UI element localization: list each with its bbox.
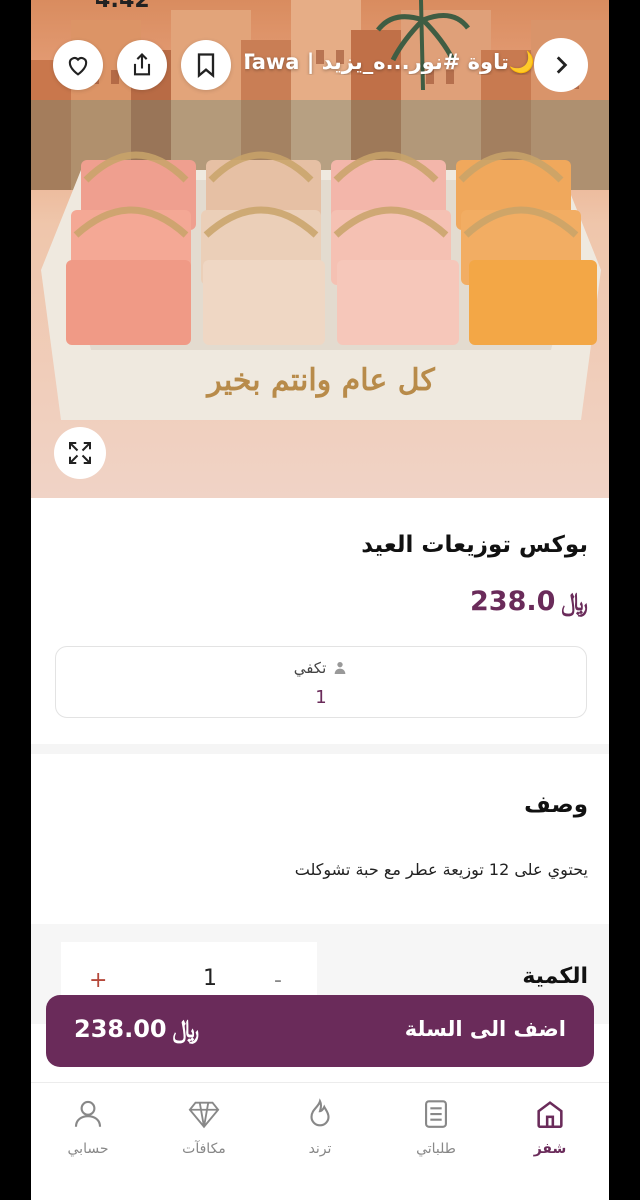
serves-label: تكفي (293, 659, 327, 677)
top-actions (53, 40, 231, 90)
diamond-icon (188, 1101, 220, 1129)
quantity-plus-button[interactable]: + (89, 968, 107, 993)
serves-value: 1 (315, 687, 327, 708)
flame-icon (310, 1098, 330, 1127)
cart-currency-symbol: ﷼ (172, 1015, 200, 1043)
gift-tray: كل عام وانتم بخير (41, 151, 601, 420)
expand-icon (69, 442, 91, 464)
tray-calligraphy: كل عام وانتم بخير (205, 363, 435, 398)
nav-item-account[interactable]: حسابي (43, 1097, 133, 1157)
nav-label-orders: طلباتي (416, 1141, 456, 1157)
description-heading: وصف (524, 792, 588, 818)
share-button[interactable] (117, 40, 167, 90)
add-to-cart-button[interactable]: اضف الى السلة 238.00 ﷼ (46, 995, 594, 1067)
favorite-button[interactable] (53, 40, 103, 90)
section-divider (31, 744, 609, 754)
bookmark-button[interactable] (181, 40, 231, 90)
heart-icon (68, 57, 88, 76)
svg-text:كل عام وانتم بخير: كل عام وانتم بخير (205, 363, 435, 398)
bottom-nav: حسابي مكافآت ترند طلباتي شفز (31, 1082, 609, 1200)
cart-total: 238.00 ﷼ (74, 1015, 199, 1043)
status-time: 4:42 (95, 0, 150, 13)
nav-label-home: شفز (533, 1141, 567, 1157)
bookmark-icon (197, 53, 215, 78)
product-title: بوكس توزيعات العيد (361, 532, 588, 558)
back-button[interactable] (534, 38, 588, 92)
quantity-value: 1 (203, 966, 217, 991)
nav-label-trend: ترند (308, 1141, 332, 1157)
product-image[interactable]: كل عام وانتم بخير 4:42 🌙تاوة #نور...ه_يز… (31, 0, 609, 498)
product-price: 238.0 ﷼ (470, 586, 588, 617)
home-icon (537, 1101, 563, 1129)
nav-label-account: حسابي (67, 1141, 109, 1157)
orders-icon (425, 1100, 447, 1128)
expand-image-button[interactable] (54, 427, 106, 479)
share-icon (133, 53, 151, 76)
nav-label-rewards: مكافآت (182, 1141, 226, 1157)
cart-total-value: 238.00 (74, 1015, 167, 1043)
nav-item-home[interactable]: شفز (505, 1097, 595, 1157)
quantity-minus-button[interactable]: - (274, 968, 282, 993)
price-value: 238.0 (470, 586, 556, 617)
store-name[interactable]: 🌙تاوة #نور...ه_يزيد | Tawa (245, 50, 535, 75)
add-to-cart-label: اضف الى السلة (404, 1017, 566, 1041)
quantity-label: الكمية (522, 964, 588, 989)
description-text: يحتوي على 12 توزيعة عطر مع حبة تشوكلت (294, 860, 588, 879)
chevron-right-icon (556, 56, 568, 74)
serves-label-row: تكفي (56, 659, 586, 677)
person-icon (74, 1100, 102, 1127)
currency-symbol: ﷼ (561, 587, 588, 616)
person-icon (334, 662, 346, 674)
nav-item-trend[interactable]: ترند (275, 1097, 365, 1157)
nav-item-rewards[interactable]: مكافآت (159, 1097, 249, 1157)
nav-item-orders[interactable]: طلباتي (391, 1097, 481, 1157)
serves-box: تكفي 1 (55, 646, 587, 718)
app-screen: كل عام وانتم بخير 4:42 🌙تاوة #نور...ه_يز… (31, 0, 609, 1200)
